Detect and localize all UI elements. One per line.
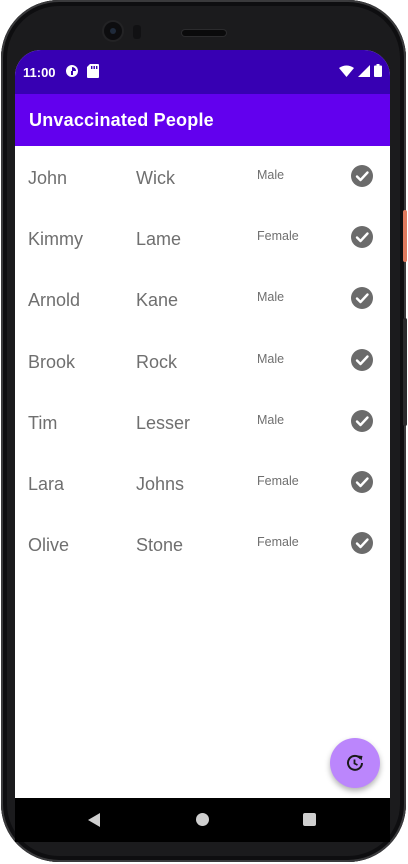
battery-icon bbox=[374, 64, 382, 77]
status-time: 11:00 bbox=[23, 65, 56, 80]
status-icons-left bbox=[65, 64, 99, 78]
list-item[interactable]: Olive Stone Female bbox=[15, 513, 390, 574]
gender-label: Female bbox=[257, 473, 299, 488]
first-name: Lara bbox=[28, 473, 65, 494]
last-name: Lame bbox=[136, 229, 182, 250]
first-name: John bbox=[28, 168, 68, 188]
volume-rocker bbox=[403, 318, 407, 426]
sync-icon bbox=[66, 65, 78, 77]
list-item[interactable]: Tim Lesser Male bbox=[15, 391, 390, 452]
proximity-sensor bbox=[133, 25, 141, 39]
recents-icon[interactable] bbox=[303, 813, 316, 826]
list-item[interactable]: Lara Johns Female bbox=[15, 452, 390, 513]
last-name: Stone bbox=[136, 535, 184, 556]
navigation-bar bbox=[15, 798, 390, 842]
check-circle-icon[interactable] bbox=[351, 165, 373, 187]
gender-label: Male bbox=[257, 290, 285, 305]
list-item[interactable]: Brook Rock Male bbox=[15, 330, 390, 391]
first-name: Olive bbox=[28, 535, 70, 556]
last-name: Rock bbox=[136, 351, 178, 372]
gender-label: Female bbox=[257, 535, 299, 550]
last-name: Kane bbox=[136, 290, 179, 311]
power-button bbox=[403, 210, 407, 262]
app-bar: Unvaccinated People bbox=[15, 94, 390, 146]
first-name: Arnold bbox=[28, 290, 81, 311]
check-circle-icon[interactable] bbox=[351, 348, 373, 371]
check-circle-icon[interactable] bbox=[351, 287, 373, 310]
back-icon[interactable] bbox=[87, 812, 101, 828]
people-list: John Wick Male Kimmy Lame Female Arnold Kane Mal… bbox=[15, 146, 390, 574]
list-item[interactable]: John Wick Male bbox=[15, 146, 390, 207]
last-name: Wick bbox=[136, 168, 175, 188]
first-name: Kimmy bbox=[28, 229, 83, 250]
last-name: Johns bbox=[136, 473, 185, 494]
gender-label: Male bbox=[257, 168, 285, 182]
check-circle-icon[interactable] bbox=[351, 409, 373, 432]
first-name: Tim bbox=[28, 412, 58, 433]
refresh-button[interactable] bbox=[330, 738, 380, 788]
screen: 11:00 Unvaccinated People John Wick Male… bbox=[15, 50, 390, 842]
home-icon[interactable] bbox=[196, 813, 209, 826]
list-item[interactable]: Arnold Kane Male bbox=[15, 268, 390, 329]
last-name: Lesser bbox=[136, 412, 191, 433]
status-icons-right bbox=[339, 64, 382, 77]
front-camera bbox=[104, 22, 122, 40]
sd-card-icon bbox=[87, 64, 99, 78]
wifi-icon bbox=[339, 65, 354, 77]
list-item[interactable]: Kimmy Lame Female bbox=[15, 207, 390, 268]
check-circle-icon[interactable] bbox=[351, 470, 373, 493]
first-name: Brook bbox=[28, 351, 76, 372]
signal-icon bbox=[358, 64, 370, 77]
app-title: Unvaccinated People bbox=[29, 110, 214, 130]
status-bar: 11:00 bbox=[15, 50, 390, 94]
earpiece-speaker bbox=[182, 30, 226, 36]
refresh-icon bbox=[347, 754, 363, 771]
gender-label: Male bbox=[257, 412, 285, 427]
gender-label: Female bbox=[257, 229, 299, 244]
check-circle-icon[interactable] bbox=[351, 532, 373, 555]
gender-label: Male bbox=[257, 351, 285, 366]
check-circle-icon[interactable] bbox=[351, 226, 373, 249]
